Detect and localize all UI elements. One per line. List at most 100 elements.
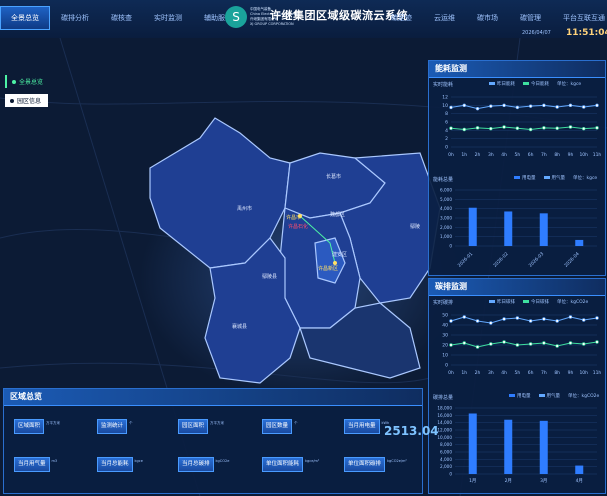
y-tick-label: 0: [445, 363, 448, 369]
nav-cloud-ops[interactable]: 云运维: [423, 6, 466, 30]
nav-platform-interconnect[interactable]: 平台互联互通: [552, 6, 607, 30]
data-point: [502, 317, 506, 321]
nav-carbon-verification[interactable]: 碳核查: [100, 6, 143, 30]
stat-unit-area-carbon[interactable]: 单位面积碳排 kgCO2e/m²: [344, 457, 407, 472]
y-tick-label: 18,000: [437, 406, 452, 411]
legend-label: 用气量: [546, 394, 561, 399]
bar: [468, 413, 477, 474]
map-label-xuchang-city: 许昌市: [286, 214, 301, 221]
data-point: [568, 125, 573, 129]
data-point: [555, 319, 559, 323]
swatch: [489, 82, 495, 85]
energy-panel: 能耗监测 实时能耗 昨日能耗 今日能耗 单位：kgce 12 10 8 6 4 2 0 0h 1…: [428, 60, 606, 276]
stat-label: 当月总碳排: [178, 457, 214, 472]
legend-item: 今日碳排: [523, 299, 549, 305]
stat-unit-area-energy[interactable]: 单位面积能耗 kgce/m²: [262, 457, 319, 472]
carbon-panel: 碳排监测 实时碳排 昨日碳排 今日碳排 单位：kgCO2e 50 40 30 20 10…: [428, 278, 606, 494]
nav-carbon-analysis[interactable]: 碳排分析: [50, 6, 100, 30]
y-tick-label: 4: [445, 128, 448, 134]
map-label-jianan: 建安区: [332, 251, 347, 258]
side-tab-region[interactable]: 园区信息: [5, 94, 49, 107]
carbon-legend: 昨日碳排 今日碳排 单位：kgCO2e: [489, 299, 588, 305]
data-point: [528, 104, 533, 108]
side-tab-overview[interactable]: 全景总览: [5, 75, 48, 88]
map-label-yuzhou: 禹州市: [237, 205, 252, 212]
y-tick-label: 10: [442, 103, 448, 109]
x-tick-label: 7h: [541, 152, 547, 158]
x-tick-label: 5h: [515, 152, 521, 158]
carbon-realtime-chart: 50 40 30 20 10 00h 1h 2h 3h 4h 5h 6h 7h 8h 9h 10h 11h: [442, 313, 601, 377]
x-tick-label: 10h: [579, 370, 588, 376]
side-tab-region-label: 园区信息: [17, 98, 42, 105]
stat-park-count[interactable]: 园区数量个: [262, 419, 298, 434]
stat-monthly-gas[interactable]: 当月用气量 m3: [14, 457, 58, 472]
stat-park-area[interactable]: 园区面积 万平方米: [178, 419, 225, 434]
nav-overview[interactable]: 全景总览: [0, 6, 50, 30]
y-tick-label: 5,000: [440, 197, 452, 202]
carbon-panel-title: 碳排监测: [429, 279, 605, 296]
data-point: [502, 340, 506, 344]
swatch: [523, 82, 529, 85]
marker-dot-2[interactable]: [333, 261, 337, 265]
energy-panel-title: 能耗监测: [429, 61, 605, 78]
y-tick-label: 0: [445, 145, 448, 151]
legend-label: 用气量: [551, 176, 566, 181]
nav-carbon-market[interactable]: 碳市场: [466, 6, 509, 30]
nav-realtime-monitor[interactable]: 实时监测: [143, 6, 193, 30]
y-tick-label: 10: [442, 353, 448, 359]
stat-unit: 万平方米: [210, 421, 225, 425]
data-point: [449, 319, 453, 323]
side-tab-overview-label: 全景总览: [19, 79, 44, 86]
unit-label: 单位：kgce: [573, 176, 598, 181]
data-point: [462, 127, 466, 132]
stat-monthly-energy[interactable]: 当月总能耗 kgce: [97, 457, 143, 472]
x-tick-label: 11h: [593, 152, 602, 158]
data-point: [555, 126, 559, 130]
x-tick-label: 2h: [475, 152, 481, 158]
series-line: [450, 316, 598, 324]
stat-unit: m3: [51, 459, 58, 463]
data-point: [555, 105, 559, 109]
x-tick-label: 1h: [461, 370, 467, 376]
legend-item: 用气量: [543, 175, 566, 181]
region-panel-title: 区域总览: [4, 389, 422, 406]
stat-label: 区域面积: [14, 419, 45, 434]
date-display: 2026/04/07: [522, 30, 551, 36]
unit-label: 单位：kgCO2e: [568, 394, 600, 399]
map-label-yanling: 鄢陵: [410, 223, 420, 230]
stat-label: 园区面积: [178, 419, 209, 434]
series-line: [450, 126, 598, 131]
region-overview-panel: 区域总览: [3, 388, 423, 494]
stat-monitor-count[interactable]: 监测统计个: [97, 419, 133, 434]
energy-total-title: 能耗总量: [433, 177, 454, 183]
map-label-petrochem: 许昌石化: [288, 223, 308, 230]
x-tick-label: 2026-04: [563, 251, 581, 269]
x-tick-label: 4h: [501, 370, 507, 376]
data-point: [515, 126, 520, 130]
stat-monthly-power[interactable]: 当月用电量 kWh: [344, 419, 389, 434]
data-point: [475, 126, 480, 130]
y-tick-label: 16,000: [437, 413, 452, 418]
series-line: [450, 104, 598, 110]
company-logo-icon: S: [225, 6, 247, 28]
stat-region-area[interactable]: 区域面积 万平方米: [14, 419, 60, 434]
data-point: [582, 318, 586, 322]
nav-carbon-management[interactable]: 碳管理: [509, 6, 552, 30]
data-point: [528, 342, 533, 346]
nav-carbon-footprint[interactable]: 碳足迹: [380, 6, 423, 30]
stat-monthly-carbon[interactable]: 当月总碳排 kgCO2e: [178, 457, 229, 472]
data-point: [462, 315, 466, 319]
data-point: [582, 105, 586, 109]
bar: [504, 211, 513, 246]
map-label-weidu: 魏都区: [330, 211, 345, 218]
data-point: [502, 103, 506, 108]
y-tick-label: 40: [442, 323, 448, 329]
y-tick-label: 6: [445, 120, 448, 126]
data-point: [542, 317, 546, 321]
x-tick-label: 3h: [488, 370, 494, 376]
data-point: [568, 341, 573, 345]
x-tick-label: 0h: [448, 152, 454, 158]
y-tick-label: 3,000: [440, 216, 452, 221]
y-tick-label: 6,000: [440, 188, 452, 193]
x-tick-label: 9h: [568, 152, 574, 158]
